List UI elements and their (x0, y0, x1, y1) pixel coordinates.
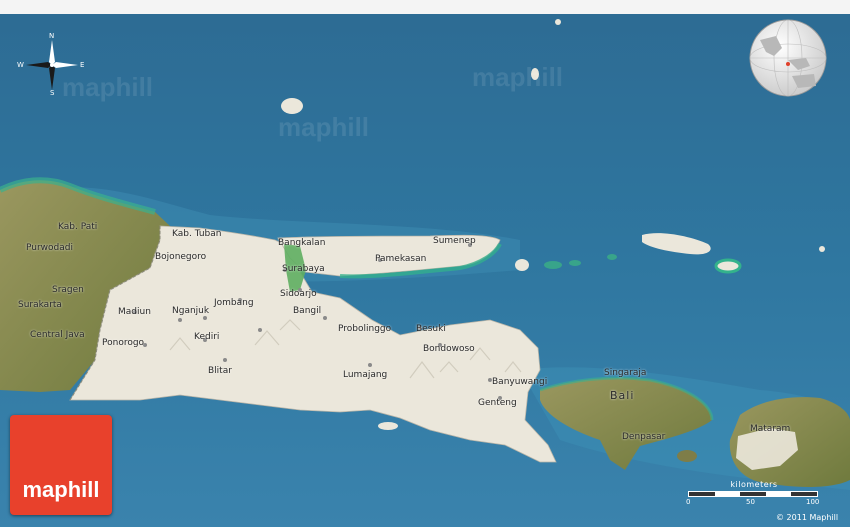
place-label-besuki[interactable]: Besuki (416, 324, 446, 334)
place-label-singaraja[interactable]: Singaraja (604, 368, 646, 378)
place-label-kediri[interactable]: Kediri (194, 332, 219, 342)
compass-east-label: E (80, 61, 85, 69)
top-strip (0, 0, 850, 14)
place-label-genteng[interactable]: Genteng (478, 398, 517, 408)
place-label-pamekasan[interactable]: Pamekasan (375, 254, 426, 264)
island-sapudi (714, 258, 742, 274)
compass-rose: N S E W (14, 32, 90, 98)
place-label-bali[interactable]: Bali (610, 389, 634, 402)
watermark: maphill (472, 62, 564, 92)
scale-bar: kilometers 0 50 100 (684, 480, 824, 512)
island-kangean-b (569, 260, 581, 266)
compass-west-label: W (17, 61, 24, 69)
island-tiny-north (555, 19, 561, 25)
island-east (819, 246, 825, 252)
place-label-kab-tuban[interactable]: Kab. Tuban (172, 229, 221, 239)
place-label-lumajang[interactable]: Lumajang (343, 370, 387, 380)
compass-north-label: N (49, 32, 55, 40)
scale-tick-50: 50 (746, 498, 755, 506)
place-label-madiun[interactable]: Madiun (118, 307, 151, 317)
watermark: maphill (278, 112, 370, 142)
place-label-bangil[interactable]: Bangil (293, 306, 321, 316)
place-label-surabaya[interactable]: Surabaya (282, 264, 325, 274)
nusa-penida (677, 450, 697, 462)
place-label-denpasar[interactable]: Denpasar (622, 432, 665, 442)
island-nusa-barung (378, 422, 398, 430)
scale-bar-graphic (688, 491, 818, 497)
maphill-logo[interactable]: maphill (10, 415, 112, 515)
place-label-sumenep[interactable]: Sumenep (433, 236, 476, 246)
place-label-ponorogo[interactable]: Ponorogo (102, 338, 144, 348)
place-label-probolinggo[interactable]: Probolinggo (338, 324, 391, 334)
globe-icon (749, 19, 827, 97)
scale-tick-100: 100 (806, 498, 820, 506)
island-kangean-a (544, 261, 562, 269)
copyright-text: © 2011 Maphill (776, 513, 839, 522)
globe-locator[interactable] (748, 18, 828, 98)
scale-title: kilometers (730, 480, 778, 489)
place-label-jombang[interactable]: Jombang (214, 298, 254, 308)
place-label-blitar[interactable]: Blitar (208, 366, 232, 376)
place-label-sidoarjo[interactable]: Sidoarjo (280, 289, 317, 299)
place-label-sragen[interactable]: Sragen (52, 285, 84, 295)
compass-south-label: S (50, 89, 55, 97)
place-label-central-java[interactable]: Central Java (30, 330, 85, 340)
place-label-nganjuk[interactable]: Nganjuk (172, 306, 209, 316)
place-label-bojonegoro[interactable]: Bojonegoro (155, 252, 206, 262)
place-label-kab-pati[interactable]: Kab. Pati (58, 222, 97, 232)
place-label-surakarta[interactable]: Surakarta (18, 300, 62, 310)
map-frame: maphill maphill maphill Kab. Pati Purwod… (0, 0, 850, 527)
island-gili (515, 259, 529, 271)
logo-text: maphill (22, 477, 100, 502)
island-kangean-c (607, 254, 617, 260)
place-label-bondowoso[interactable]: Bondowoso (423, 344, 475, 354)
place-label-banyuwangi[interactable]: Banyuwangi (492, 377, 547, 387)
scale-tick-0: 0 (686, 498, 691, 506)
place-label-purwodadi[interactable]: Purwodadi (26, 243, 73, 253)
place-label-mataram[interactable]: Mataram (750, 424, 790, 434)
place-label-bangkalan[interactable]: Bangkalan (278, 238, 325, 248)
